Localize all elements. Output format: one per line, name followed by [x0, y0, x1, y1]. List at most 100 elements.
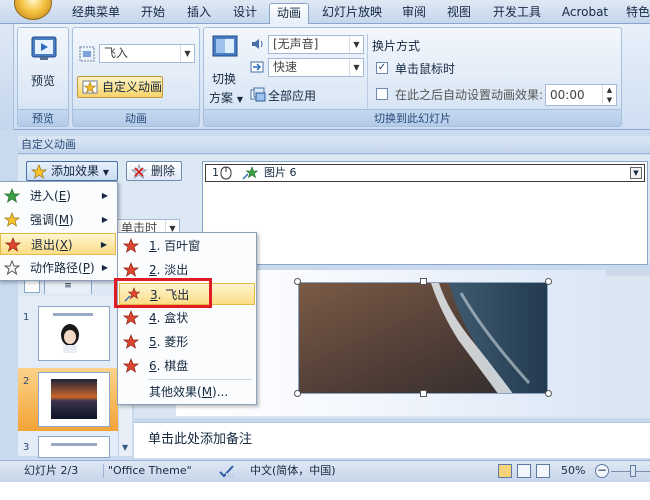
delete-label: 删除	[151, 164, 176, 178]
menu-label-pre: 强调(	[30, 213, 59, 227]
sunset-image	[51, 379, 97, 419]
beach-photo[interactable]	[298, 282, 548, 394]
slide-thumbnail-1[interactable]	[38, 306, 110, 361]
motion-path-star-icon	[4, 260, 20, 276]
custom-animation-icon	[82, 80, 98, 94]
submenu-item-checkerboard[interactable]: 6. 棋盘	[119, 355, 255, 377]
portrait-image	[61, 324, 79, 353]
submenu-item-diamond[interactable]: 5. 菱形	[119, 331, 255, 353]
delete-button[interactable]: 删除	[126, 161, 182, 181]
spellcheck-icon[interactable]	[218, 463, 236, 479]
theme-name: "Office Theme"	[108, 464, 192, 477]
office-button[interactable]	[14, 0, 52, 20]
on-click-checkbox[interactable]: ✓	[376, 62, 388, 74]
slide-counter: 幻灯片 2/3	[24, 464, 79, 477]
tab-insert[interactable]: 插入	[180, 3, 218, 24]
tab-slideshow[interactable]: 幻灯片放映	[316, 3, 388, 24]
normal-view-icon[interactable]	[498, 464, 512, 478]
star-icon	[31, 164, 47, 179]
delete-icon	[131, 164, 147, 179]
group-label-preview: 预览	[18, 109, 68, 126]
tab-developer[interactable]: 开发工具	[486, 3, 548, 24]
chevron-down-icon: ▼	[349, 59, 363, 76]
tab-acrobat[interactable]: Acrobat	[556, 3, 614, 24]
exit-star-icon	[5, 237, 21, 252]
thumb-number: 2	[23, 376, 30, 387]
apply-all-button[interactable]: 全部应用	[250, 87, 316, 104]
resize-handle[interactable]	[545, 278, 552, 285]
menu-label-pre: 退出(	[31, 238, 60, 252]
zoom-level[interactable]: 50%	[561, 461, 585, 481]
menu-label-post: )	[67, 238, 73, 252]
tab-review[interactable]: 审阅	[396, 3, 432, 24]
spinner-icon[interactable]: ▲ ▼	[602, 85, 616, 105]
on-click-label: 单击鼠标时	[395, 62, 456, 76]
menu-item-entrance[interactable]: 进入(E) ▶	[0, 185, 116, 207]
more-label-post: )...	[212, 385, 229, 399]
mouse-icon	[220, 166, 232, 180]
animation-select[interactable]: 飞入 ▼	[99, 44, 195, 63]
sound-select-value: [无声音]	[273, 37, 319, 51]
slideshow-view-icon[interactable]	[536, 464, 550, 478]
sorter-view-icon[interactable]	[517, 464, 531, 478]
exit-effects-submenu: 1. 百叶窗 2. 淡出 3. 飞出 4. 盒状 5. 菱形 6. 棋盘 其他效…	[117, 232, 257, 405]
ribbon-tab-bar: 经典菜单 开始 插入 设计 动画 幻灯片放映 审阅 视图 开发工具 Acroba…	[0, 0, 650, 25]
menu-item-motion-path[interactable]: 动作路径(P) ▶	[0, 257, 116, 279]
chevron-down-icon[interactable]: ▼	[630, 167, 642, 179]
menu-label-post: )	[66, 189, 71, 203]
notes-pane[interactable]: 单击此处添加备注	[134, 422, 650, 458]
speed-select[interactable]: 快速 ▼	[268, 58, 364, 77]
slides-tab[interactable]	[24, 279, 40, 293]
entrance-star-icon	[4, 188, 20, 203]
resize-handle[interactable]	[420, 278, 427, 285]
add-effect-button[interactable]: 添加效果 ▼	[26, 161, 118, 181]
exit-star-icon	[123, 238, 139, 253]
group-animation: 飞入 ▼ 自定义动画 动画	[72, 27, 200, 127]
submenu-item-more-effects[interactable]: 其他效果(M)...	[119, 381, 255, 403]
exit-star-icon	[123, 310, 139, 325]
submenu-item-num: 5	[149, 335, 157, 349]
chevron-down-icon: ▼	[236, 95, 243, 104]
menu-item-emphasis[interactable]: 强调(M) ▶	[0, 209, 116, 231]
menu-accel-key: P	[82, 261, 90, 275]
submenu-item-label: . 棋盘	[156, 359, 189, 373]
zoom-slider-thumb[interactable]	[630, 465, 636, 477]
transition-label-1: 切换	[212, 72, 237, 86]
transition-scheme-icon	[212, 35, 238, 57]
slide-thumbnail-2[interactable]	[38, 372, 110, 427]
menu-label-post: )	[69, 213, 74, 227]
tab-view[interactable]: 视图	[440, 3, 478, 24]
animation-icon	[79, 46, 95, 62]
menu-item-exit[interactable]: 退出(X) ▶	[0, 233, 116, 255]
submenu-item-num: 6	[149, 359, 157, 373]
submenu-item-blinds[interactable]: 1. 百叶窗	[119, 235, 255, 257]
animation-list-item[interactable]: 1 图片 6 ▼	[205, 164, 645, 182]
tab-classic-menu[interactable]: 经典菜单	[66, 3, 126, 24]
resize-handle[interactable]	[545, 390, 552, 397]
group-label-animation: 动画	[73, 109, 199, 126]
tab-design[interactable]: 设计	[226, 3, 264, 24]
zoom-out-icon[interactable]: −	[595, 464, 609, 478]
tab-home[interactable]: 开始	[134, 3, 172, 24]
slide-thumbnail-3[interactable]	[38, 436, 110, 458]
status-divider	[103, 464, 104, 478]
submenu-arrow-icon: ▶	[101, 215, 108, 224]
language-indicator[interactable]: 中文(简体，中国)	[250, 461, 336, 481]
submenu-item-num: 2	[149, 263, 157, 277]
tab-animation[interactable]: 动画	[269, 3, 309, 25]
resize-handle[interactable]	[294, 278, 301, 285]
preview-button[interactable]: 预览	[31, 72, 55, 89]
resize-handle[interactable]	[420, 390, 427, 397]
submenu-arrow-icon: ▶	[100, 240, 107, 249]
transition-scheme-button[interactable]: 方案 ▼	[209, 89, 243, 106]
group-divider	[367, 34, 368, 108]
tab-special[interactable]: 特色	[620, 3, 650, 24]
resize-handle[interactable]	[294, 390, 301, 397]
sound-select[interactable]: [无声音] ▼	[268, 35, 364, 54]
auto-advance-checkbox[interactable]	[376, 88, 388, 100]
custom-animation-button[interactable]: 自定义动画	[77, 76, 163, 98]
submenu-item-box[interactable]: 4. 盒状	[119, 307, 255, 329]
menu-separator	[148, 379, 252, 380]
auto-time-input[interactable]: 00:00 ▲ ▼	[545, 84, 617, 106]
scroll-down-icon[interactable]: ▼	[122, 443, 128, 452]
